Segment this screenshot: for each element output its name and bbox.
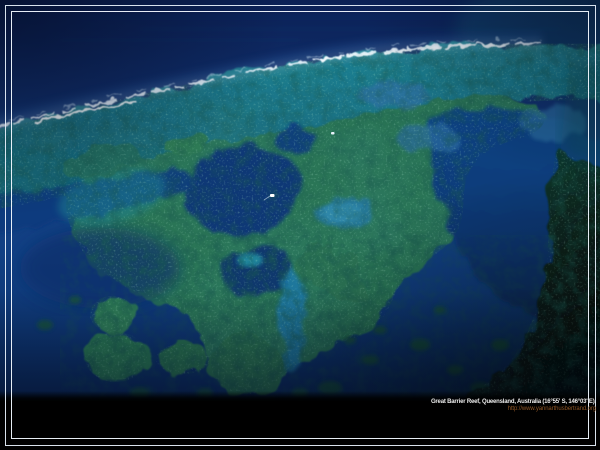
wallpaper-canvas: Great Barrier Reef, Queensland, Australi… [0,0,600,450]
reef-photo [0,0,600,450]
caption-url: http://www.yannarthusbertrand.org [508,406,596,413]
vignette [0,0,600,450]
caption-location: Great Barrier Reef, Queensland, Australi… [431,399,596,406]
